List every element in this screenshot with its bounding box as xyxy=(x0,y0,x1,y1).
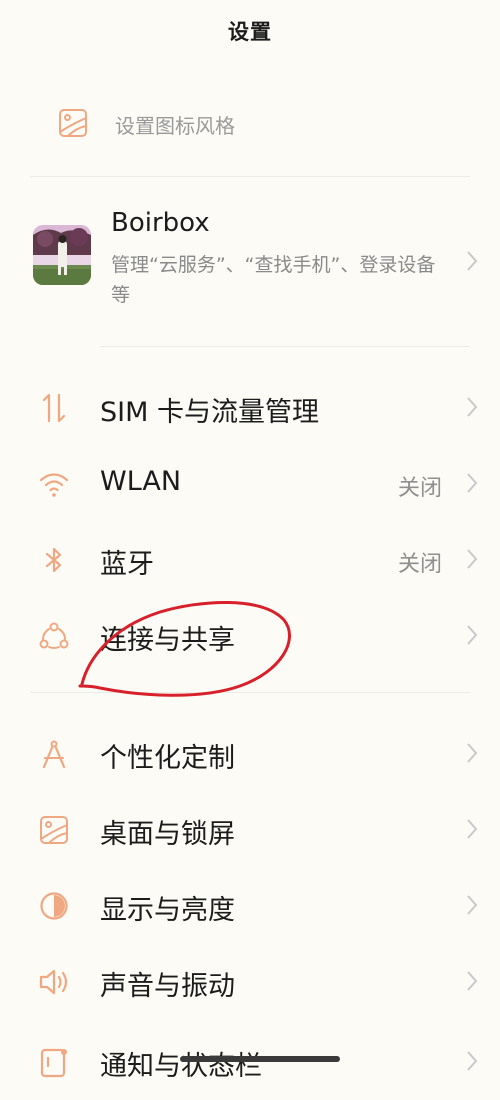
sim-card-label: SIM 卡与流量管理 xyxy=(100,397,319,428)
home-indicator xyxy=(180,1056,340,1062)
brightness-icon xyxy=(38,890,70,922)
chevron-right-icon xyxy=(466,1050,478,1072)
personalization-label: 个性化定制 xyxy=(100,743,235,774)
bluetooth-row[interactable]: 蓝牙 关闭 xyxy=(0,522,500,598)
wallpaper-icon xyxy=(58,108,88,138)
wallpaper-icon xyxy=(38,814,70,846)
icon-style-row[interactable]: 设置图标风格 xyxy=(0,96,500,152)
wlan-row[interactable]: WLAN 关闭 xyxy=(0,446,500,522)
chevron-right-icon xyxy=(466,624,478,646)
connection-share-label: 连接与共享 xyxy=(100,625,235,656)
sound-vibration-label: 声音与振动 xyxy=(100,971,235,1002)
display-brightness-row[interactable]: 显示与亮度 xyxy=(0,868,500,944)
divider xyxy=(30,692,470,693)
icon-style-label: 设置图标风格 xyxy=(115,114,235,138)
sound-vibration-row[interactable]: 声音与振动 xyxy=(0,944,500,1020)
chevron-right-icon xyxy=(466,970,478,992)
divider xyxy=(30,176,470,177)
notification-statusbar-row[interactable]: 通知与状态栏 xyxy=(0,1024,500,1100)
speaker-icon xyxy=(38,966,70,998)
wlan-status: 关闭 xyxy=(397,476,442,501)
notification-statusbar-label: 通知与状态栏 xyxy=(100,1051,262,1082)
connection-share-row[interactable]: 连接与共享 xyxy=(0,598,500,674)
bluetooth-status: 关闭 xyxy=(397,552,442,577)
chevron-right-icon xyxy=(466,818,478,840)
data-transfer-icon xyxy=(38,392,70,424)
page-title: 设置 xyxy=(228,20,272,44)
desktop-lockscreen-row[interactable]: 桌面与锁屏 xyxy=(0,792,500,868)
notification-icon xyxy=(38,1046,70,1078)
chevron-right-icon xyxy=(466,396,478,418)
chevron-right-icon xyxy=(466,894,478,916)
wlan-label: WLAN xyxy=(100,466,182,497)
divider xyxy=(100,346,470,347)
bluetooth-label: 蓝牙 xyxy=(100,549,154,580)
sim-card-data-row[interactable]: SIM 卡与流量管理 xyxy=(0,370,500,446)
wifi-icon xyxy=(38,468,70,500)
display-brightness-label: 显示与亮度 xyxy=(100,895,235,926)
chevron-right-icon xyxy=(466,742,478,764)
header: 设置 xyxy=(0,0,500,62)
account-name: Boirbox xyxy=(111,208,210,238)
personalization-row[interactable]: 个性化定制 xyxy=(0,716,500,792)
avatar[interactable] xyxy=(33,225,91,285)
bluetooth-icon xyxy=(38,544,70,576)
desktop-lockscreen-label: 桌面与锁屏 xyxy=(100,819,235,850)
chevron-right-icon xyxy=(466,548,478,570)
compass-icon xyxy=(38,738,70,770)
chevron-right-icon xyxy=(466,472,478,494)
connection-share-icon xyxy=(38,620,70,652)
account-description: 管理“云服务”、“查找手机”、登录设备等 xyxy=(111,254,436,306)
account-row[interactable]: Boirbox 管理“云服务”、“查找手机”、登录设备等 xyxy=(0,200,500,320)
chevron-right-icon xyxy=(466,250,478,272)
